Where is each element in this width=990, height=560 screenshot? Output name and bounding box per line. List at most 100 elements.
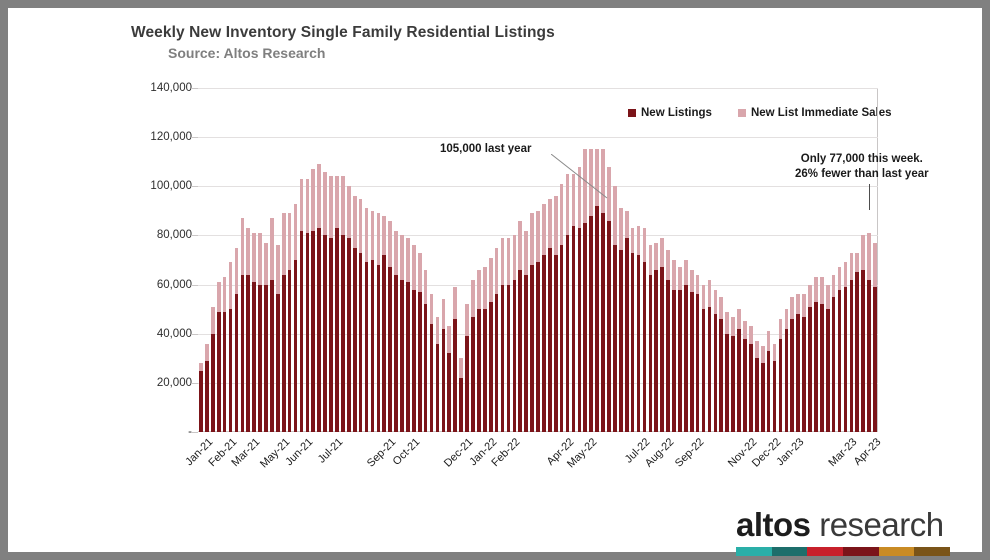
bar-column — [820, 277, 824, 432]
bar-column — [412, 245, 416, 432]
bar-column — [359, 199, 363, 432]
bar-segment-new-listings — [501, 285, 505, 432]
annotation-this-week-line2: 26% fewer than last year — [795, 167, 929, 182]
bar-column — [341, 176, 345, 432]
bar-segment-new-listings — [199, 371, 203, 432]
logo-color-segment — [879, 547, 915, 556]
bar-column — [252, 233, 256, 432]
bar-column — [518, 221, 522, 432]
bar-segment-new-listings — [447, 353, 451, 432]
bar-segment-immediate-sales — [388, 221, 392, 268]
bar-segment-new-listings — [873, 287, 877, 432]
bar-segment-immediate-sales — [359, 199, 363, 253]
bar-segment-new-listings — [737, 329, 741, 432]
bar-segment-immediate-sales — [773, 344, 777, 361]
bar-segment-new-listings — [572, 226, 576, 432]
bar-column — [743, 321, 747, 432]
bar-segment-immediate-sales — [477, 270, 481, 309]
bar-segment-immediate-sales — [518, 221, 522, 270]
bar-segment-new-listings — [471, 317, 475, 432]
bar-column — [282, 213, 286, 432]
axis-right — [877, 88, 878, 432]
bar-segment-immediate-sales — [317, 164, 321, 228]
bar-segment-immediate-sales — [495, 248, 499, 295]
bar-column — [311, 169, 315, 432]
bar-column — [223, 277, 227, 432]
bar-segment-immediate-sales — [217, 282, 221, 311]
y-axis-tick-mark — [191, 137, 198, 138]
bar-segment-new-listings — [583, 223, 587, 432]
bar-column — [495, 248, 499, 432]
bar-segment-immediate-sales — [625, 211, 629, 238]
bar-segment-immediate-sales — [453, 287, 457, 319]
bar-segment-immediate-sales — [678, 267, 682, 289]
bar-segment-new-listings — [672, 290, 676, 433]
bar-segment-new-listings — [554, 255, 558, 432]
bar-segment-immediate-sales — [382, 216, 386, 255]
bar-segment-new-listings — [347, 238, 351, 432]
bar-column — [725, 312, 729, 432]
bar-segment-immediate-sales — [631, 228, 635, 253]
bar-segment-new-listings — [489, 302, 493, 432]
bar-segment-immediate-sales — [335, 176, 339, 228]
bar-segment-immediate-sales — [483, 267, 487, 309]
bar-segment-immediate-sales — [394, 231, 398, 275]
bar-column — [229, 262, 233, 432]
bar-segment-immediate-sales — [288, 213, 292, 270]
bar-segment-new-listings — [637, 255, 641, 432]
bar-segment-new-listings — [430, 324, 434, 432]
y-axis-tick-mark — [191, 88, 198, 89]
bar-column — [731, 317, 735, 432]
bar-segment-immediate-sales — [211, 307, 215, 334]
bar-segment-immediate-sales — [341, 176, 345, 235]
bar-column — [258, 233, 262, 432]
bar-segment-new-listings — [767, 351, 771, 432]
plot-area — [198, 88, 878, 432]
bar-segment-immediate-sales — [311, 169, 315, 230]
bar-segment-new-listings — [743, 339, 747, 432]
bar-column — [666, 250, 670, 432]
bar-segment-immediate-sales — [719, 297, 723, 319]
bar-column — [814, 277, 818, 432]
bar-column — [660, 238, 664, 432]
bar-segment-new-listings — [548, 248, 552, 432]
bar-column — [708, 280, 712, 432]
bar-column — [779, 319, 783, 432]
bar-segment-immediate-sales — [246, 228, 250, 275]
bar-segment-new-listings — [619, 250, 623, 432]
bar-segment-immediate-sales — [708, 280, 712, 307]
logo-wordmark: altos research — [736, 506, 956, 544]
bar-segment-new-listings — [631, 253, 635, 432]
bar-segment-immediate-sales — [513, 235, 517, 279]
bar-segment-new-listings — [258, 285, 262, 432]
bar-column — [418, 253, 422, 432]
y-axis-tick-mark — [191, 334, 198, 335]
bar-column — [205, 344, 209, 432]
bar-column — [199, 363, 203, 432]
bar-segment-new-listings — [595, 206, 599, 432]
bar-segment-new-listings — [459, 378, 463, 432]
bar-segment-immediate-sales — [643, 228, 647, 262]
bar-segment-new-listings — [790, 319, 794, 432]
bar-column — [850, 253, 854, 432]
y-axis-tick-mark — [191, 285, 198, 286]
bar-column — [714, 290, 718, 433]
bar-segment-immediate-sales — [820, 277, 824, 304]
bar-segment-immediate-sales — [282, 213, 286, 274]
bar-column — [607, 167, 611, 432]
y-axis-tick-label: - — [140, 426, 192, 438]
bar-column — [513, 235, 517, 432]
bar-segment-new-listings — [400, 280, 404, 432]
bar-segment-immediate-sales — [436, 317, 440, 344]
bar-segment-new-listings — [589, 216, 593, 432]
bar-segment-new-listings — [578, 228, 582, 432]
bar-column — [719, 297, 723, 432]
bar-segment-immediate-sales — [447, 326, 451, 353]
bar-segment-new-listings — [761, 363, 765, 432]
bar-segment-immediate-sales — [867, 233, 871, 280]
bar-column — [489, 258, 493, 432]
bar-column — [737, 309, 741, 432]
logo-color-bar — [736, 547, 950, 556]
bar-segment-new-listings — [749, 344, 753, 432]
bar-segment-new-listings — [341, 235, 345, 432]
